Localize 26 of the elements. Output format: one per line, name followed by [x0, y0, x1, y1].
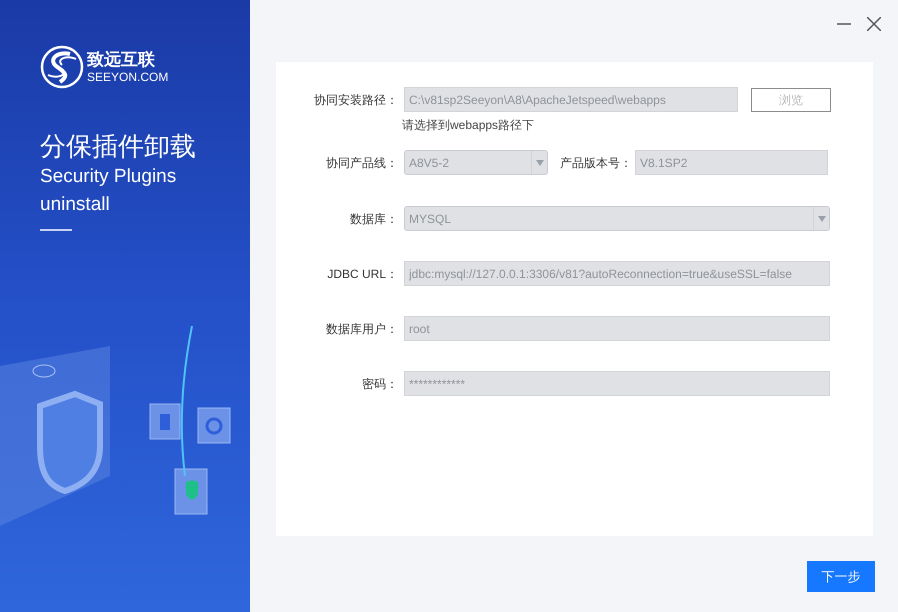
field-label: 产品版本号：: [559, 154, 632, 172]
dropdown-select[interactable]: MYSQL: [404, 206, 830, 231]
logo-icon: [40, 45, 84, 89]
hero-title: 分保插件卸载: [40, 130, 197, 163]
path-field[interactable]: C:\v81sp2Seeyon\A8\ApacheJetspeed\webapps: [404, 87, 738, 112]
caret-icon: [536, 160, 544, 166]
close-icon[interactable]: [867, 17, 881, 31]
brand-name: 致远互联: [87, 50, 156, 70]
dropdown-select[interactable]: A8V5-2: [404, 150, 548, 175]
version-field[interactable]: V8.1SP2: [635, 150, 828, 175]
field-label: 数据库用户：: [325, 320, 398, 338]
brand-domain: SEEYON.COM: [87, 70, 168, 84]
hero-subtitle: Security Plugins: [40, 165, 178, 189]
caret-icon: [818, 216, 826, 222]
next-button[interactable]: 下一步: [807, 561, 875, 592]
input-field[interactable]: ************: [404, 371, 830, 396]
hero-subtitle: uninstall: [40, 193, 111, 217]
input-field[interactable]: root: [404, 316, 830, 341]
field-label: 密码：: [361, 376, 398, 392]
field-label: 协同产品线：: [325, 154, 398, 172]
hint-text: 请选择到webapps路径下: [402, 117, 536, 134]
field-label: 数据库：: [349, 210, 398, 228]
field-label: JDBC URL：: [326, 266, 398, 282]
field-label: 协同安装路径：: [313, 92, 398, 108]
minimize-icon[interactable]: [837, 23, 851, 25]
input-field[interactable]: jdbc:mysql://127.0.0.1:3306/v81?autoReconnection=true&useSSL=false: [404, 261, 830, 286]
